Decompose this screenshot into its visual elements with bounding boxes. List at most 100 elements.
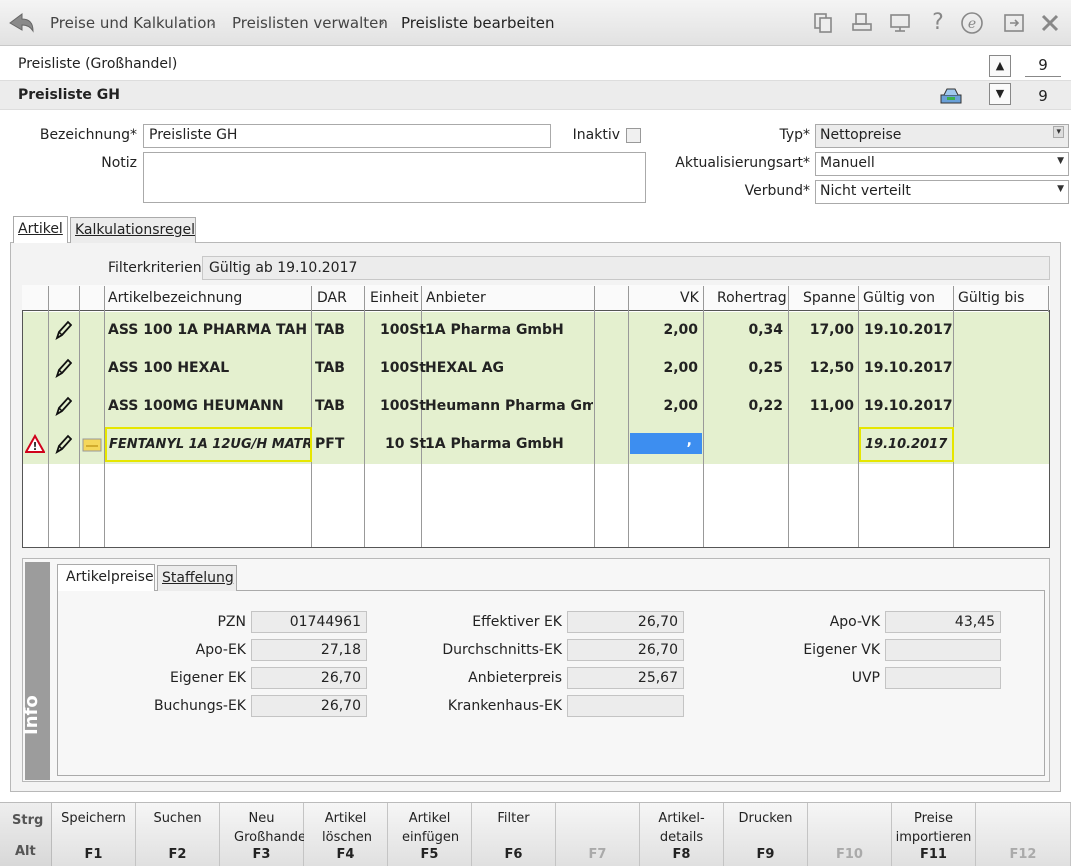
cell-rohertrag: 0,34: [748, 322, 783, 338]
back-arrow-icon[interactable]: [6, 9, 36, 37]
strg-label: Strg: [12, 813, 44, 828]
edit-pencil-icon[interactable]: [54, 396, 72, 416]
f5-artikel-einfuegen-button[interactable]: Artikel einfügen F5: [388, 803, 472, 866]
warning-icon: !: [25, 434, 45, 453]
verbund-select[interactable]: Nicht verteilt ▼: [815, 180, 1069, 204]
cell-artikelbezeichnung: ASS 100MG HEUMANN: [108, 398, 284, 414]
previous-record-button[interactable]: ▲: [989, 55, 1011, 77]
eigener-ek-value: 26,70: [251, 667, 367, 689]
column-header-gueltig-von[interactable]: Gültig von: [863, 290, 935, 306]
f12-button: F12: [976, 803, 1071, 866]
notiz-label: Notiz: [101, 155, 137, 171]
krankenhaus-ek-label: Krankenhaus-EK: [447, 698, 562, 714]
cell-gueltig-von: 19.10.2017: [864, 322, 953, 338]
record-index: 9: [1025, 56, 1061, 77]
close-icon[interactable]: [1040, 13, 1060, 33]
cell-dar: TAB: [315, 398, 345, 414]
monitor-icon[interactable]: [888, 12, 912, 34]
column-header-rohertrag[interactable]: Rohertrag: [717, 290, 787, 306]
title-bar: [0, 80, 1071, 110]
tab-staffelung[interactable]: Staffelung: [157, 565, 237, 591]
pzn-value: 01744961: [251, 611, 367, 633]
notiz-textarea[interactable]: [143, 152, 646, 203]
eigener-ek-label: Eigener EK: [170, 670, 246, 686]
highlighted-date-cell[interactable]: 19.10.2017: [859, 427, 954, 462]
tab-artikelpreise[interactable]: Artikelpreise: [57, 564, 155, 591]
edit-pencil-icon[interactable]: [54, 358, 72, 378]
f2-suchen-button[interactable]: Suchen F2: [136, 803, 220, 866]
verbund-label: Verbund*: [744, 183, 810, 199]
column-header-dar[interactable]: DAR: [317, 290, 347, 306]
chevron-down-icon: ▾: [1053, 126, 1064, 138]
cell-rohertrag: 0,25: [748, 360, 783, 376]
vk-edit-input[interactable]: ,: [630, 433, 702, 454]
cell-artikelbezeichnung: FENTANYL 1A 12UG/H MATRIX: [109, 437, 312, 452]
cell-vk: 2,00: [663, 360, 698, 376]
pzn-label: PZN: [217, 614, 246, 630]
column-divider: [1048, 286, 1049, 312]
column-divider: [79, 286, 80, 547]
column-header-anbieter[interactable]: Anbieter: [426, 290, 486, 306]
f4-artikel-loeschen-button[interactable]: Artikel löschen F4: [304, 803, 388, 866]
aktualisierungsart-label: Aktualisierungsart*: [675, 155, 810, 171]
alt-label: Alt: [15, 844, 36, 859]
edit-pencil-icon[interactable]: [54, 320, 72, 340]
breadcrumb-separator-icon: ›: [210, 13, 216, 31]
next-record-button[interactable]: ▼: [989, 83, 1011, 105]
cell-gueltig-von: 19.10.2017: [864, 398, 953, 414]
f9-drucken-button[interactable]: Drucken F9: [724, 803, 808, 866]
column-header-spanne[interactable]: Spanne: [803, 290, 856, 306]
column-header-artikelbezeichnung[interactable]: Artikelbezeichnung: [108, 290, 242, 306]
edit-pencil-icon[interactable]: [54, 434, 72, 454]
chevron-down-icon: ▼: [1057, 156, 1064, 166]
breadcrumb-item-1[interactable]: Preise und Kalkulation: [50, 14, 216, 32]
apo-vk-label: Apo-VK: [829, 614, 880, 630]
anbieterpreis-label: Anbieterpreis: [468, 670, 562, 686]
effektiver-ek-value: 26,70: [567, 611, 684, 633]
bezeichnung-input[interactable]: Preisliste GH: [143, 124, 551, 148]
exit-icon[interactable]: [1002, 12, 1026, 34]
krankenhaus-ek-value: [567, 695, 684, 717]
aktualisierungsart-select[interactable]: Manuell ▼: [815, 152, 1069, 176]
highlighted-name-cell[interactable]: FENTANYL 1A 12UG/H MATRIX: [105, 427, 312, 462]
edge-icon[interactable]: e: [960, 11, 984, 35]
column-divider: [594, 286, 595, 547]
page-title: Preisliste GH: [18, 87, 120, 103]
breadcrumb-separator-icon: ›: [379, 13, 385, 31]
cell-anbieter: 1A Pharma GmbH: [425, 322, 564, 338]
uvp-label: UVP: [851, 670, 880, 686]
cell-dar: TAB: [315, 360, 345, 376]
f6-filter-button[interactable]: Filter F6: [472, 803, 556, 866]
tab-kalkulationsregel[interactable]: Kalkulationsregel: [70, 217, 196, 243]
apo-vk-value: 43,45: [885, 611, 1001, 633]
f1-speichern-button[interactable]: Speichern F1: [52, 803, 136, 866]
cell-artikelbezeichnung: ASS 100 1A PHARMA TAH: [108, 322, 308, 338]
column-header-einheit[interactable]: Einheit: [370, 290, 418, 306]
f8-artikel-details-button[interactable]: Artikel-details F8: [640, 803, 724, 866]
cell-einheit: 100St: [380, 398, 426, 414]
cell-spanne: 11,00: [809, 398, 854, 414]
cell-rohertrag: 0,22: [748, 398, 783, 414]
inaktiv-label: Inaktiv: [572, 127, 620, 143]
breadcrumb-item-2[interactable]: Preislisten verwalten: [232, 14, 388, 32]
column-header-gueltig-bis[interactable]: Gültig bis: [958, 290, 1024, 306]
column-divider: [364, 286, 365, 547]
cell-vk: 2,00: [663, 398, 698, 414]
typ-select[interactable]: Nettopreise ▾: [815, 124, 1069, 148]
print-icon[interactable]: [850, 12, 874, 34]
bezeichnung-label: Bezeichnung*: [39, 127, 137, 143]
buchungs-ek-label: Buchungs-EK: [153, 698, 246, 714]
cell-vk: 2,00: [663, 322, 698, 338]
record-count: 9: [1038, 87, 1048, 105]
tab-artikel[interactable]: Artikel: [13, 216, 68, 243]
column-header-vk[interactable]: VK: [680, 290, 699, 306]
help-icon[interactable]: ?: [925, 10, 951, 36]
chevron-down-icon: ▼: [1057, 184, 1064, 194]
f3-neu-grosshandel-button[interactable]: Neu Großhandel F3: [220, 803, 310, 866]
inaktiv-checkbox[interactable]: [626, 128, 641, 143]
buchungs-ek-value: 26,70: [251, 695, 367, 717]
f11-preise-importieren-button[interactable]: Preise importieren F11: [892, 803, 976, 866]
cell-spanne: 12,50: [809, 360, 854, 376]
durchschnitts-ek-value: 26,70: [567, 639, 684, 661]
copy-icon[interactable]: [812, 12, 834, 34]
